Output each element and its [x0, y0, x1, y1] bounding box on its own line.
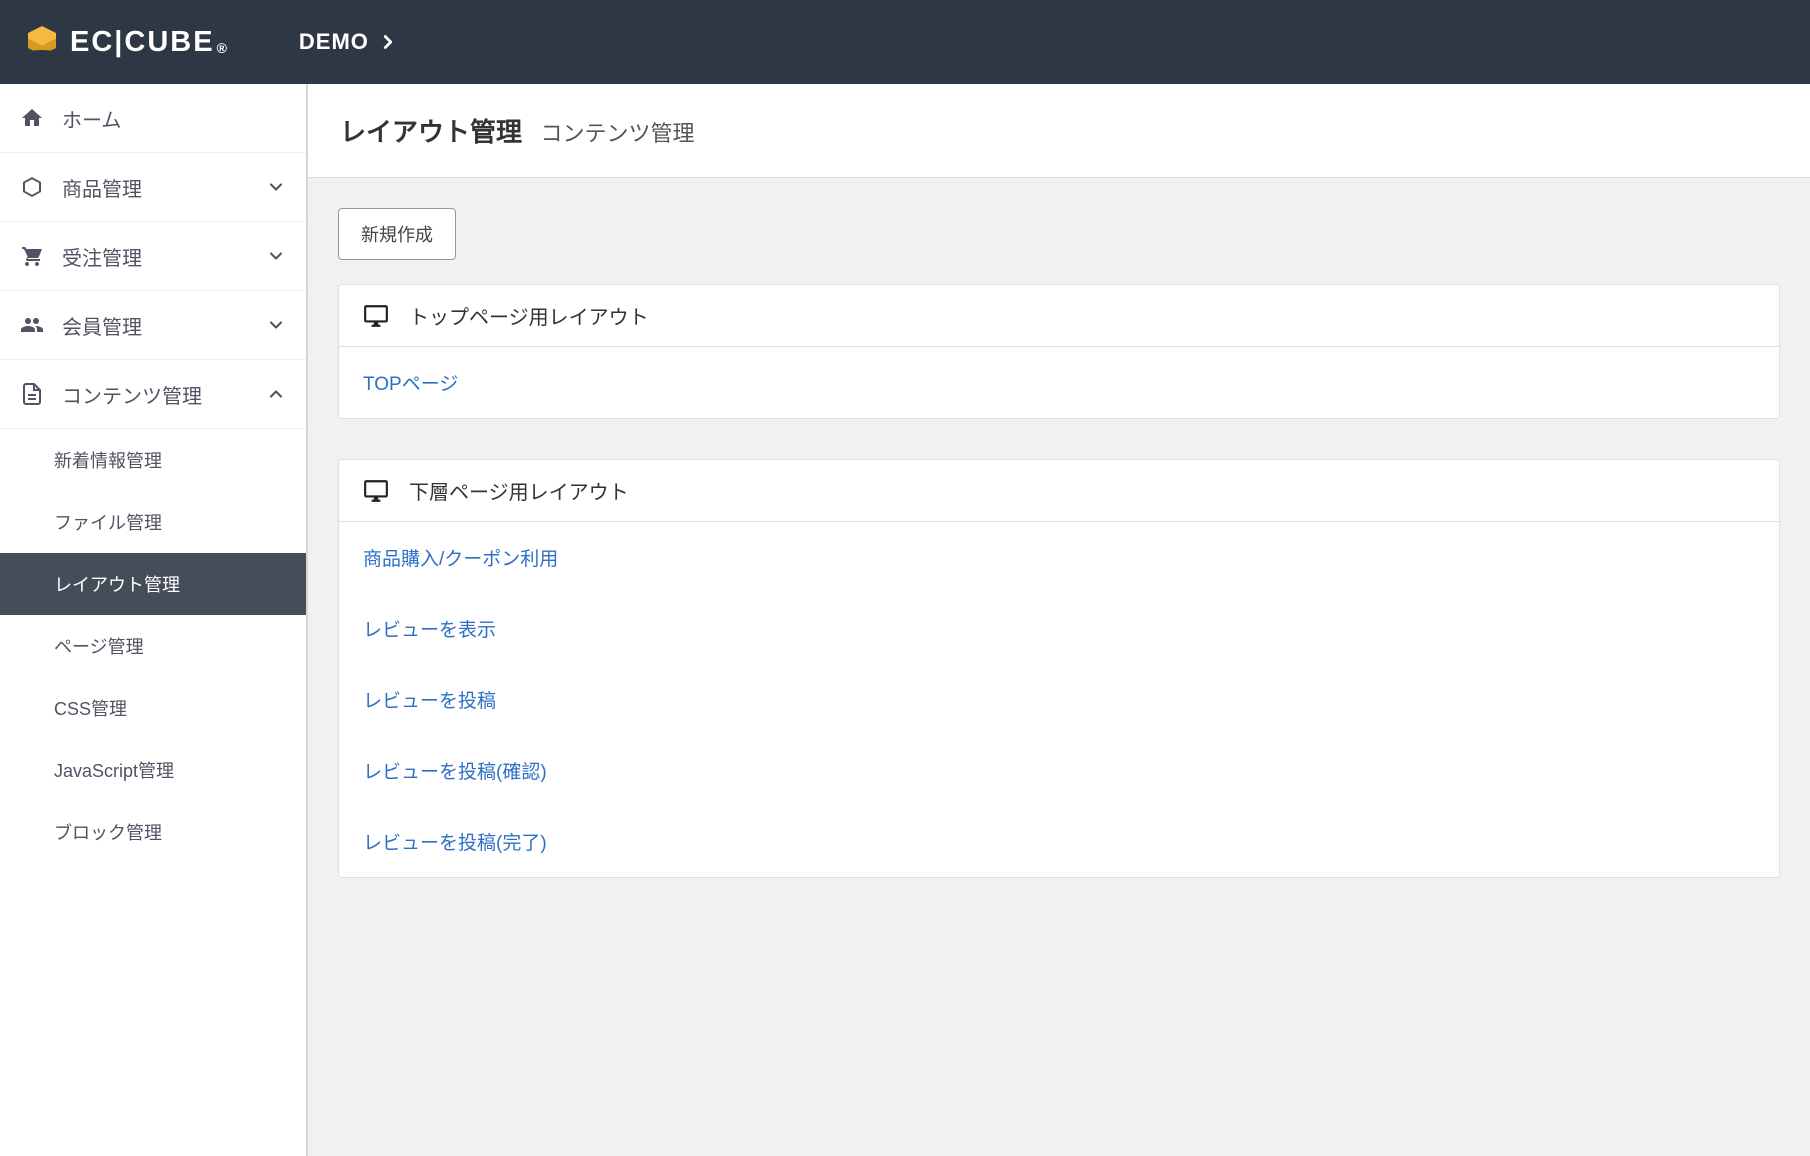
layout-link-review-confirm[interactable]: レビューを投稿(確認) [363, 762, 547, 783]
sidebar: ホーム 商品管理 受注管理 会員管理 コンテンツ管理 新着情報管理 ファイル管理… [0, 84, 308, 1156]
logo-text: EC|CUBE® [70, 26, 229, 59]
subnav-item-file[interactable]: ファイル管理 [0, 491, 306, 553]
panel-title: 下層ページ用レイアウト [409, 476, 629, 505]
file-icon [20, 382, 44, 406]
layout-link-top[interactable]: TOPページ [363, 374, 458, 395]
subnav-content: 新着情報管理 ファイル管理 レイアウト管理 ページ管理 CSS管理 JavaSc… [0, 429, 306, 863]
panel-sub-layout: 下層ページ用レイアウト 商品購入/クーポン利用 レビューを表示 レビューを投稿 … [338, 459, 1780, 878]
content-area: 新規作成 トップページ用レイアウト TOPページ 下層ページ用レイアウト 商品購… [308, 178, 1810, 948]
panel-item: レビューを投稿 [339, 664, 1779, 735]
desktop-icon [361, 478, 391, 504]
layout-link-review-show[interactable]: レビューを表示 [363, 620, 496, 641]
cart-icon [20, 244, 44, 268]
new-button[interactable]: 新規作成 [338, 208, 456, 260]
sidebar-item-orders[interactable]: 受注管理 [0, 222, 306, 291]
cube-icon [20, 175, 44, 199]
subnav-item-css[interactable]: CSS管理 [0, 677, 306, 739]
nav-label: 会員管理 [62, 311, 248, 340]
page-header: レイアウト管理 コンテンツ管理 [308, 84, 1810, 178]
chevron-down-icon [266, 177, 286, 197]
panel-item: レビューを表示 [339, 593, 1779, 664]
users-icon [20, 313, 44, 337]
chevron-down-icon [266, 246, 286, 266]
logo[interactable]: EC|CUBE® [24, 24, 229, 60]
panel-title: トップページ用レイアウト [409, 301, 649, 330]
layout-link-review-post[interactable]: レビューを投稿 [363, 691, 496, 712]
subnav-item-block[interactable]: ブロック管理 [0, 801, 306, 863]
panel-top-layout: トップページ用レイアウト TOPページ [338, 284, 1780, 419]
panel-header[interactable]: トップページ用レイアウト [339, 285, 1779, 347]
chevron-up-icon [266, 384, 286, 404]
nav-label: コンテンツ管理 [62, 380, 248, 409]
layout-link-review-complete[interactable]: レビューを投稿(完了) [363, 833, 547, 854]
panel-item: レビューを投稿(完了) [339, 806, 1779, 877]
layout-link-coupon[interactable]: 商品購入/クーポン利用 [363, 549, 558, 570]
demo-badge[interactable]: DEMO [299, 29, 399, 55]
subnav-item-layout[interactable]: レイアウト管理 [0, 553, 306, 615]
panel-header[interactable]: 下層ページ用レイアウト [339, 460, 1779, 522]
header: EC|CUBE® DEMO [0, 0, 1810, 84]
main: レイアウト管理 コンテンツ管理 新規作成 トップページ用レイアウト TOPページ… [308, 84, 1810, 1156]
demo-label: DEMO [299, 29, 369, 55]
sidebar-item-content[interactable]: コンテンツ管理 [0, 360, 306, 429]
home-icon [20, 106, 44, 130]
desktop-icon [361, 303, 391, 329]
sidebar-item-products[interactable]: 商品管理 [0, 153, 306, 222]
page-title: レイアウト管理 [340, 112, 522, 149]
subnav-item-js[interactable]: JavaScript管理 [0, 739, 306, 801]
nav-label: 商品管理 [62, 173, 248, 202]
logo-icon [24, 24, 60, 60]
panel-item: 商品購入/クーポン利用 [339, 522, 1779, 593]
subnav-item-news[interactable]: 新着情報管理 [0, 429, 306, 491]
page-subtitle: コンテンツ管理 [540, 116, 694, 148]
chevron-down-icon [266, 315, 286, 335]
nav-label: ホーム [62, 104, 286, 133]
sidebar-item-members[interactable]: 会員管理 [0, 291, 306, 360]
nav-label: 受注管理 [62, 242, 248, 271]
panel-item: TOPページ [339, 347, 1779, 418]
sidebar-item-home[interactable]: ホーム [0, 84, 306, 153]
chevron-right-icon [377, 31, 399, 53]
subnav-item-page[interactable]: ページ管理 [0, 615, 306, 677]
panel-item: レビューを投稿(確認) [339, 735, 1779, 806]
